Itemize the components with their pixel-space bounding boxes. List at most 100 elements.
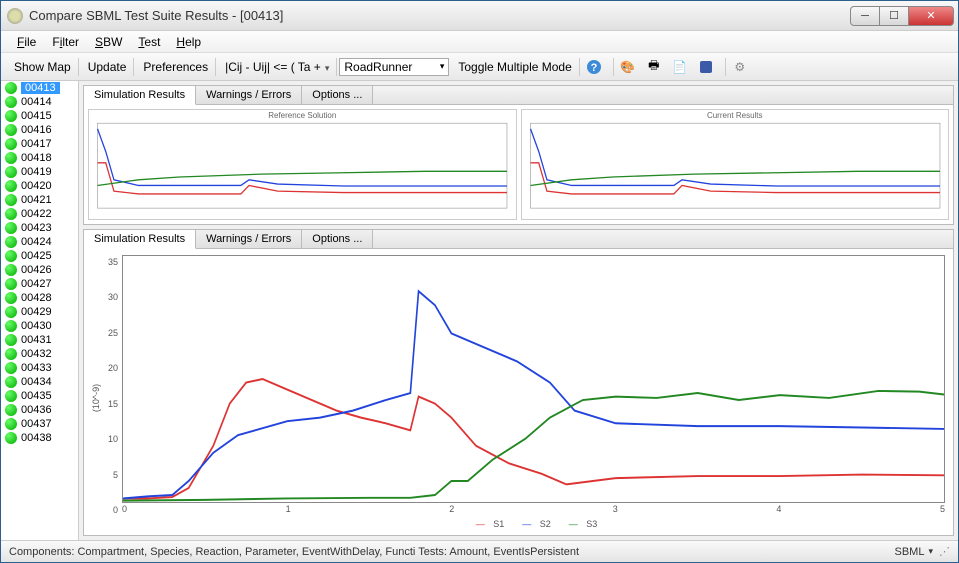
pass-dot-icon [5, 82, 17, 94]
sidebar-item-00420[interactable]: 00420 [1, 179, 78, 193]
sidebar-item-00430[interactable]: 00430 [1, 319, 78, 333]
menu-filter[interactable]: Filter [44, 33, 87, 51]
preferences-button[interactable]: Preferences [136, 58, 216, 76]
menu-test[interactable]: Test [130, 33, 168, 51]
sidebar-item-00428[interactable]: 00428 [1, 291, 78, 305]
sidebar-item-00421[interactable]: 00421 [1, 193, 78, 207]
pass-dot-icon [5, 278, 17, 290]
status-dropdown-icon[interactable]: ▾ [928, 546, 933, 557]
pass-dot-icon [5, 362, 17, 374]
sidebar-item-00423[interactable]: 00423 [1, 221, 78, 235]
tab-options-2[interactable]: Options ... [302, 230, 373, 248]
bottom-pane: Simulation Results Warnings / Errors Opt… [83, 229, 954, 536]
document-icon[interactable]: 📄 [671, 58, 689, 76]
menubar: File Filter SBW Test Help [1, 31, 958, 53]
palette-icon[interactable]: 🎨 [619, 58, 637, 76]
sidebar-item-00432[interactable]: 00432 [1, 347, 78, 361]
update-button[interactable]: Update [81, 58, 135, 76]
sidebar-item-00437[interactable]: 00437 [1, 417, 78, 431]
menu-sbw[interactable]: SBW [87, 33, 130, 51]
pass-dot-icon [5, 152, 17, 164]
y-axis: (10^-9) 35302520151050 [90, 255, 122, 531]
x-axis: 012345 [122, 503, 945, 517]
pass-dot-icon [5, 124, 17, 136]
pass-dot-icon [5, 194, 17, 206]
pass-dot-icon [5, 264, 17, 276]
sidebar-item-00422[interactable]: 00422 [1, 207, 78, 221]
status-format: SBML [895, 546, 925, 558]
pass-dot-icon [5, 96, 17, 108]
pass-dot-icon [5, 222, 17, 234]
reference-solution-chart: Reference Solution [88, 109, 517, 220]
sidebar-item-00416[interactable]: 00416 [1, 123, 78, 137]
formula-dropdown[interactable]: |Cij - Uij| <= ( Ta + [218, 58, 337, 76]
help-icon[interactable]: ? [585, 58, 603, 76]
tab-warnings-errors[interactable]: Warnings / Errors [196, 86, 302, 104]
sidebar-item-00435[interactable]: 00435 [1, 389, 78, 403]
sidebar-item-00436[interactable]: 00436 [1, 403, 78, 417]
test-list-sidebar[interactable]: 0041300414004150041600417004180041900420… [1, 81, 79, 540]
sidebar-item-00426[interactable]: 00426 [1, 263, 78, 277]
tab-simulation-results-2[interactable]: Simulation Results [84, 230, 196, 249]
pass-dot-icon [5, 138, 17, 150]
gear-icon[interactable]: ⚙ [731, 58, 749, 76]
sidebar-item-00419[interactable]: 00419 [1, 165, 78, 179]
svg-text:?: ? [590, 62, 597, 74]
sidebar-item-00413[interactable]: 00413 [1, 81, 78, 95]
pass-dot-icon [5, 306, 17, 318]
maximize-button[interactable]: ☐ [879, 6, 909, 26]
engine-select[interactable]: RoadRunner▾ [339, 58, 449, 76]
printer-icon[interactable]: 🖶 [645, 58, 663, 76]
minimize-button[interactable]: ─ [850, 6, 880, 26]
pass-dot-icon [5, 236, 17, 248]
menu-help[interactable]: Help [168, 33, 209, 51]
sidebar-item-00434[interactable]: 00434 [1, 375, 78, 389]
sidebar-item-00414[interactable]: 00414 [1, 95, 78, 109]
current-results-chart: Current Results [521, 109, 950, 220]
y-axis-label: (10^-9) [91, 384, 101, 412]
pass-dot-icon [5, 334, 17, 346]
sidebar-item-00433[interactable]: 00433 [1, 361, 78, 375]
pass-dot-icon [5, 376, 17, 388]
pass-dot-icon [5, 404, 17, 416]
main-chart: (10^-9) 35302520151050 012345 — S1— S2— … [84, 249, 953, 535]
app-window: Compare SBML Test Suite Results - [00413… [0, 0, 959, 563]
pass-dot-icon [5, 418, 17, 430]
sidebar-item-00438[interactable]: 00438 [1, 431, 78, 445]
tab-warnings-errors-2[interactable]: Warnings / Errors [196, 230, 302, 248]
sidebar-item-00431[interactable]: 00431 [1, 333, 78, 347]
titlebar[interactable]: Compare SBML Test Suite Results - [00413… [1, 1, 958, 31]
stamp-icon[interactable] [697, 58, 715, 76]
resize-grip-icon[interactable]: ⋰ [939, 545, 950, 558]
pass-dot-icon [5, 390, 17, 402]
top-tabs: Simulation Results Warnings / Errors Opt… [84, 86, 953, 105]
pass-dot-icon [5, 348, 17, 360]
pass-dot-icon [5, 320, 17, 332]
sidebar-item-00427[interactable]: 00427 [1, 277, 78, 291]
sidebar-item-00425[interactable]: 00425 [1, 249, 78, 263]
app-icon [7, 8, 23, 24]
toolbar: Show Map Update Preferences |Cij - Uij| … [1, 53, 958, 81]
sidebar-item-00424[interactable]: 00424 [1, 235, 78, 249]
sidebar-item-00418[interactable]: 00418 [1, 151, 78, 165]
show-map-button[interactable]: Show Map [7, 58, 79, 76]
body: 0041300414004150041600417004180041900420… [1, 81, 958, 540]
tab-options[interactable]: Options ... [302, 86, 373, 104]
pass-dot-icon [5, 180, 17, 192]
pass-dot-icon [5, 432, 17, 444]
plot-area[interactable] [122, 255, 945, 503]
sidebar-item-00429[interactable]: 00429 [1, 305, 78, 319]
chart-legend: — S1— S2— S3 [122, 517, 945, 531]
pass-dot-icon [5, 208, 17, 220]
menu-file[interactable]: File [9, 33, 44, 51]
pass-dot-icon [5, 250, 17, 262]
pass-dot-icon [5, 166, 17, 178]
tab-simulation-results[interactable]: Simulation Results [84, 86, 196, 105]
toggle-mode-button[interactable]: Toggle Multiple Mode [451, 58, 579, 76]
window-title: Compare SBML Test Suite Results - [00413… [29, 8, 851, 23]
close-button[interactable]: ✕ [908, 6, 954, 26]
pass-dot-icon [5, 292, 17, 304]
sidebar-item-00415[interactable]: 00415 [1, 109, 78, 123]
statusbar: Components: Compartment, Species, Reacti… [1, 540, 958, 562]
sidebar-item-00417[interactable]: 00417 [1, 137, 78, 151]
